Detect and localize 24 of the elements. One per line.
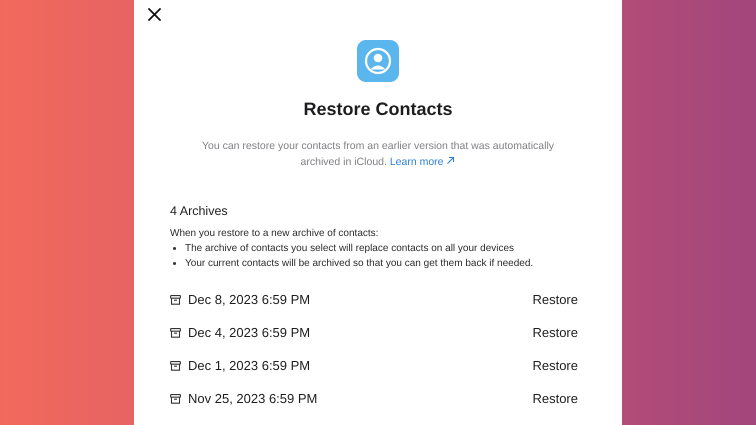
bullet-text: Your current contacts will be archived so that you can get them back if needed. [185, 258, 534, 269]
contacts-app-icon [357, 40, 399, 82]
restore-button[interactable]: Restore [532, 391, 578, 406]
close-icon[interactable] [146, 6, 163, 23]
restore-button[interactable]: Restore [532, 292, 578, 307]
archive-date: Dec 4, 2023 6:59 PM [188, 325, 310, 340]
learn-more-link[interactable]: Learn more [390, 156, 456, 168]
archive-date: Dec 1, 2023 6:59 PM [188, 358, 310, 373]
restore-button[interactable]: Restore [532, 325, 578, 340]
archives-count: 4 Archives [170, 204, 229, 218]
archive-date: Nov 25, 2023 6:59 PM [188, 391, 318, 406]
bullet-text: The archive of contacts you select will replace contacts on all your devices [185, 243, 514, 254]
bullet-icon [173, 247, 176, 250]
restore-button[interactable]: Restore [532, 358, 578, 373]
archive-box-icon [170, 328, 181, 338]
archive-box-icon [170, 360, 181, 370]
bullet-icon [173, 262, 176, 265]
archive-box-icon [170, 294, 181, 304]
intro-text: When you restore to a new archive of contacts: [170, 228, 380, 239]
archive-box-icon [170, 394, 181, 404]
archive-date: Dec 8, 2023 6:59 PM [188, 292, 310, 307]
arrow-icon [446, 156, 456, 165]
description-text: You can restore your contacts from an earlier version that was automatically archived in iCloud. Learn more [200, 139, 556, 170]
dialog-title: Restore Contacts [303, 99, 453, 120]
